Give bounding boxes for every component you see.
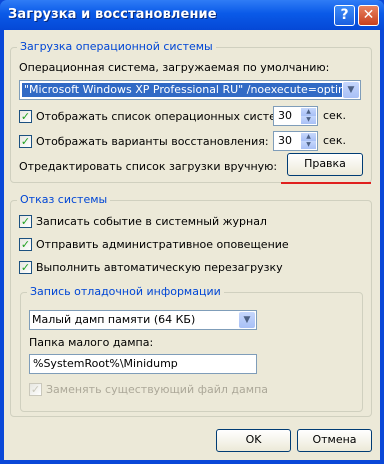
spin-up-icon[interactable]: ▲ bbox=[301, 133, 316, 141]
debug-info-group: Запись отладочной информации Малый дамп … bbox=[20, 285, 363, 412]
system-failure-group: Отказ системы ✓ Записать событие в систе… bbox=[10, 193, 372, 417]
auto-restart-label: Выполнить автоматическую перезагрузку bbox=[36, 261, 283, 274]
show-recovery-seconds[interactable]: 30 ▲ ▼ bbox=[273, 131, 318, 151]
window-title: Загрузка и восстановление bbox=[8, 7, 217, 22]
write-event-checkbox[interactable]: ✓ bbox=[19, 215, 32, 228]
show-recovery-row[interactable]: ✓ Отображать варианты восстановления: bbox=[19, 134, 269, 150]
auto-restart-row[interactable]: ✓ Выполнить автоматическую перезагрузку bbox=[19, 260, 319, 276]
overwrite-dump-row[interactable]: ✓ Заменять существующий файл дампа bbox=[29, 382, 289, 398]
dump-folder-input[interactable]: %SystemRoot%\Minidump bbox=[29, 354, 257, 374]
send-alert-label: Отправить административное оповещение bbox=[36, 238, 289, 251]
spin-down-icon[interactable]: ▼ bbox=[301, 141, 316, 149]
dialog-body: Загрузка операционной системы Операционн… bbox=[4, 30, 380, 460]
show-os-list-row[interactable]: ✓ Отображать список операционных систем: bbox=[19, 109, 288, 125]
title-bar[interactable]: Загрузка и восстановление ? ✕ bbox=[0, 0, 384, 30]
seconds-unit-label: сек. bbox=[323, 109, 346, 122]
show-os-list-seconds[interactable]: 30 ▲ ▼ bbox=[273, 106, 318, 126]
write-event-label: Записать событие в системный журнал bbox=[36, 215, 267, 228]
default-os-select[interactable]: "Microsoft Windows XP Professional RU" /… bbox=[19, 80, 361, 100]
help-button[interactable]: ? bbox=[334, 5, 355, 26]
cancel-button[interactable]: Отмена bbox=[297, 429, 372, 452]
spin-down-icon[interactable]: ▼ bbox=[301, 116, 316, 124]
show-recovery-label: Отображать варианты восстановления: bbox=[36, 135, 269, 148]
default-os-value: "Microsoft Windows XP Professional RU" /… bbox=[22, 83, 342, 97]
startup-group: Загрузка операционной системы Операционн… bbox=[10, 40, 372, 184]
overwrite-dump-label: Заменять существующий файл дампа bbox=[46, 383, 269, 396]
send-alert-row[interactable]: ✓ Отправить административное оповещение bbox=[19, 237, 319, 253]
auto-restart-checkbox[interactable]: ✓ bbox=[19, 261, 32, 274]
show-os-list-seconds-value: 30 bbox=[278, 109, 292, 122]
spin-up-icon[interactable]: ▲ bbox=[301, 108, 316, 116]
overwrite-dump-checkbox[interactable]: ✓ bbox=[29, 383, 42, 396]
debug-info-group-title: Запись отладочной информации bbox=[27, 285, 224, 298]
dump-type-select[interactable]: Малый дамп памяти (64 КБ) ▼ bbox=[29, 310, 257, 330]
startup-group-title: Загрузка операционной системы bbox=[17, 40, 216, 53]
edit-button[interactable]: Правка bbox=[287, 153, 363, 176]
default-os-label: Операционная система, загружаемая по умо… bbox=[19, 61, 330, 74]
close-button[interactable]: ✕ bbox=[358, 5, 379, 26]
seconds-unit-label: сек. bbox=[323, 134, 346, 147]
chevron-down-icon[interactable]: ▼ bbox=[343, 82, 359, 98]
dialog-window: Загрузка и восстановление ? ✕ Загрузка о… bbox=[0, 0, 384, 464]
dump-folder-label: Папка малого дампа: bbox=[29, 336, 154, 349]
annotation-underline bbox=[281, 182, 371, 184]
system-failure-group-title: Отказ системы bbox=[17, 193, 111, 206]
show-os-list-checkbox[interactable]: ✓ bbox=[19, 110, 32, 123]
send-alert-checkbox[interactable]: ✓ bbox=[19, 238, 32, 251]
ok-button[interactable]: OK bbox=[216, 429, 291, 452]
write-event-row[interactable]: ✓ Записать событие в системный журнал bbox=[19, 214, 319, 230]
show-recovery-seconds-value: 30 bbox=[278, 134, 292, 147]
dump-type-value: Малый дамп памяти (64 КБ) bbox=[32, 313, 196, 326]
show-recovery-checkbox[interactable]: ✓ bbox=[19, 135, 32, 148]
edit-boot-list-label: Отредактировать список загрузки вручную: bbox=[19, 160, 278, 173]
chevron-down-icon[interactable]: ▼ bbox=[239, 312, 255, 328]
show-os-list-label: Отображать список операционных систем: bbox=[36, 110, 288, 123]
